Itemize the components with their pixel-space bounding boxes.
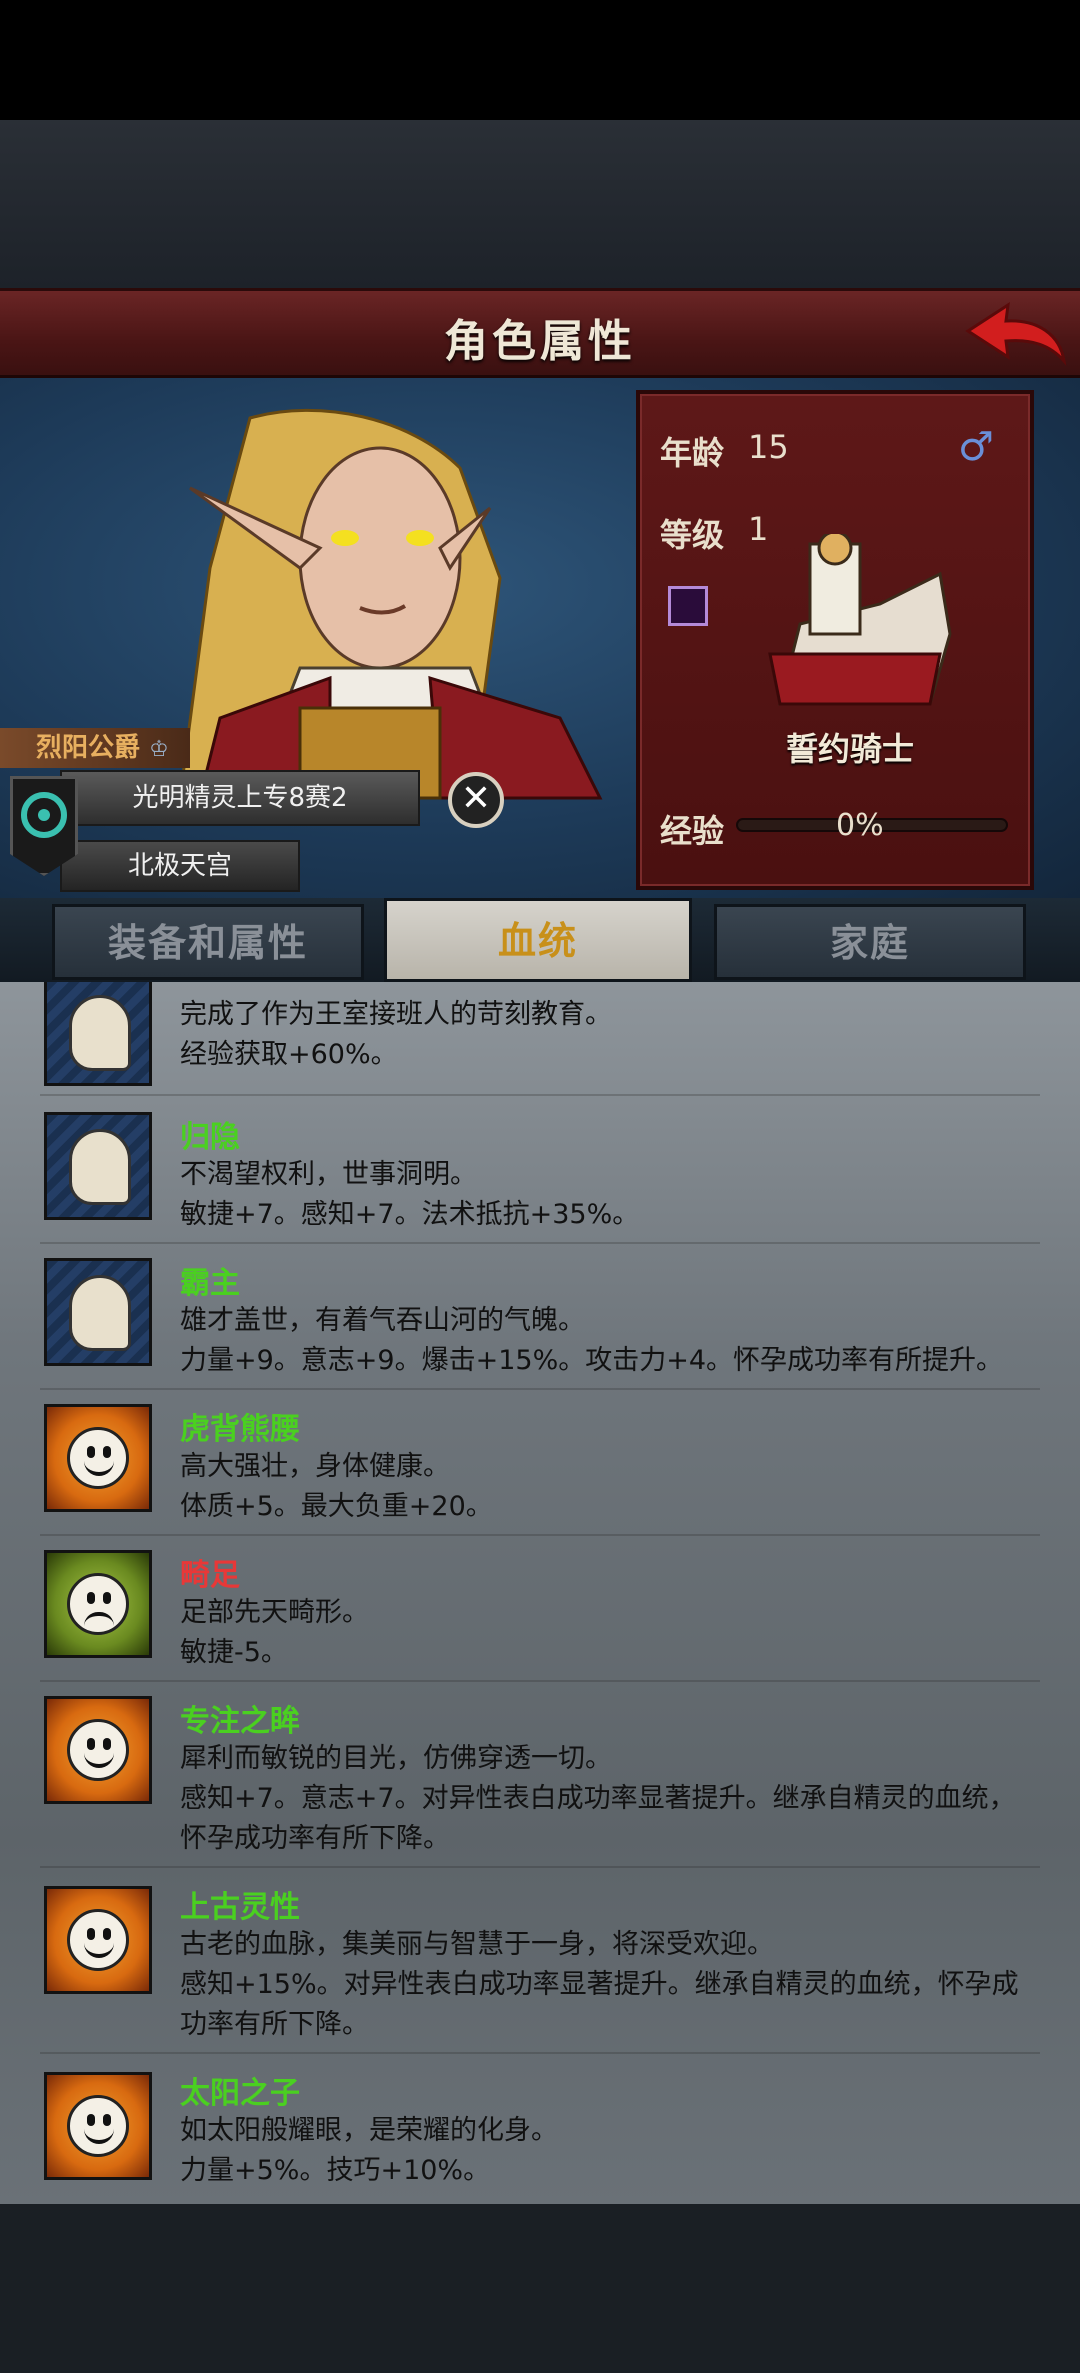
close-button[interactable]: ✕ bbox=[448, 772, 504, 828]
happy-face-icon bbox=[44, 1886, 152, 1994]
divider bbox=[40, 2052, 1040, 2054]
tab-bloodline[interactable]: 血统 bbox=[384, 898, 692, 982]
trait-effect: 力量+9。意志+9。爆击+15%。攻击力+4。怀孕成功率有所提升。 bbox=[180, 1345, 1004, 1376]
back-arrow-icon[interactable] bbox=[960, 295, 1070, 375]
trait-effect: 感知+7。意志+7。对异性表白成功率显著提升。继承自精灵的血统， bbox=[180, 1783, 1016, 1814]
trait-effect: 敏捷-5。 bbox=[180, 1637, 288, 1668]
tab-equipment[interactable]: 装备和属性 bbox=[52, 904, 364, 980]
crown-icon: ♔ bbox=[149, 737, 169, 762]
trait-effect-cont: 功率有所下降。 bbox=[180, 2009, 369, 2040]
trait-name: 虎背熊腰 bbox=[180, 1412, 300, 1447]
happy-face-icon bbox=[44, 1404, 152, 1512]
trait-desc: 如太阳般耀眼，是荣耀的化身。 bbox=[180, 2115, 558, 2146]
trait-desc: 古老的血脉，集美丽与智慧于一身，将深受欢迎。 bbox=[180, 1929, 774, 1960]
backdrop bbox=[0, 120, 1080, 288]
trait-effect: 感知+15%。对异性表白成功率显著提升。继承自精灵的血统，怀孕成 bbox=[180, 1969, 1019, 2000]
trait-list[interactable]: 完成了作为王室接班人的苛刻教育。 经验获取+60%。 归隐 不渴望权利，世事洞明… bbox=[0, 982, 1080, 2204]
divider bbox=[40, 1388, 1040, 1390]
trait-effect: 经验获取+60%。 bbox=[180, 1039, 398, 1070]
location-name: 北极天宫 bbox=[60, 840, 300, 892]
trait-name: 上古灵性 bbox=[180, 1890, 300, 1925]
trait-desc: 高大强壮，身体健康。 bbox=[180, 1451, 450, 1482]
trait-desc: 犀利而敏锐的目光，仿佛穿透一切。 bbox=[180, 1743, 612, 1774]
happy-face-icon bbox=[44, 1696, 152, 1804]
trait-name: 太阳之子 bbox=[180, 2076, 300, 2111]
trait-name: 霸主 bbox=[180, 1266, 240, 1301]
family-name: 光明精灵上专8赛2 bbox=[60, 770, 420, 826]
page-title: 角色属性 bbox=[444, 316, 636, 367]
sad-face-icon bbox=[44, 1550, 152, 1658]
divider bbox=[40, 1534, 1040, 1536]
trait-desc: 完成了作为王室接班人的苛刻教育。 bbox=[180, 999, 612, 1030]
age-label: 年龄 bbox=[660, 434, 725, 472]
trait-name: 畸足 bbox=[180, 1558, 240, 1593]
xp-label: 经验 bbox=[660, 812, 725, 850]
house-title-text: 烈阳公爵 bbox=[36, 733, 141, 763]
happy-face-icon bbox=[44, 2072, 152, 2180]
status-bar-area bbox=[0, 0, 1080, 120]
divider bbox=[40, 1680, 1040, 1682]
trait-desc: 足部先天畸形。 bbox=[180, 1597, 369, 1628]
divider bbox=[40, 1242, 1040, 1244]
trait-name: 归隐 bbox=[180, 1120, 240, 1155]
xp-percent: 0% bbox=[836, 808, 884, 843]
knight-on-horse-illustration bbox=[768, 534, 952, 706]
muscle-icon bbox=[44, 982, 152, 1086]
trait-effect: 力量+5%。技巧+10%。 bbox=[180, 2155, 491, 2186]
stat-card: 年龄 15 ♂ 等级 1 誓约骑士 经验 0% bbox=[636, 390, 1034, 890]
divider bbox=[40, 1866, 1040, 1868]
age-value: 15 bbox=[748, 428, 789, 466]
divider bbox=[40, 1094, 1040, 1096]
house-title: 烈阳公爵 ♔ bbox=[0, 728, 190, 768]
muscle-icon bbox=[44, 1112, 152, 1220]
trait-name: 专注之眸 bbox=[180, 1704, 300, 1739]
trait-effect: 体质+5。最大负重+20。 bbox=[180, 1491, 493, 1522]
level-label: 等级 bbox=[660, 516, 725, 554]
trait-desc: 雄才盖世，有着气吞山河的气魄。 bbox=[180, 1305, 585, 1336]
bottom-panel bbox=[0, 2204, 1080, 2373]
title-bar: 角色属性 bbox=[0, 288, 1080, 378]
staff-skill-icon[interactable] bbox=[668, 586, 708, 626]
tab-family[interactable]: 家庭 bbox=[714, 904, 1026, 980]
tab-bar: 装备和属性 血统 家庭 bbox=[0, 898, 1080, 982]
male-icon: ♂ bbox=[958, 424, 994, 470]
class-name: 誓约骑士 bbox=[785, 730, 914, 768]
trait-effect-cont: 怀孕成功率有所下降。 bbox=[180, 1823, 450, 1854]
swirl-crest-icon bbox=[21, 792, 67, 838]
trait-effect: 敏捷+7。感知+7。法术抵抗+35%。 bbox=[180, 1199, 640, 1230]
trait-desc: 不渴望权利，世事洞明。 bbox=[180, 1159, 477, 1190]
muscle-icon bbox=[44, 1258, 152, 1366]
